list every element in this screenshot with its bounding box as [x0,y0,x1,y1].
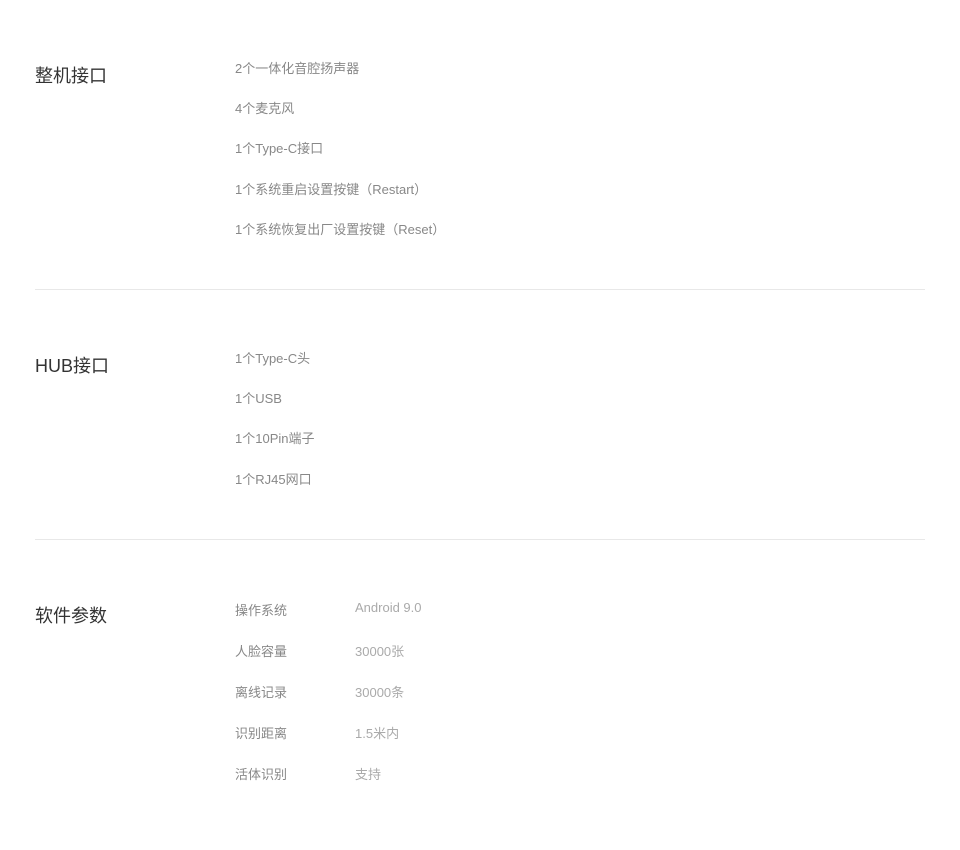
kv-value: 30000条 [355,682,404,701]
kv-list: 操作系统 Android 9.0 人脸容量 30000张 离线记录 30000条… [235,600,925,783]
spec-item: 1个Type-C头 [235,350,925,368]
kv-row: 离线记录 30000条 [235,682,925,701]
kv-key: 操作系统 [235,600,355,619]
spec-item: 1个Type-C接口 [235,140,925,158]
section-machine-interface: 整机接口 2个一体化音腔扬声器 4个麦克风 1个Type-C接口 1个系统重启设… [35,0,925,290]
item-list: 1个Type-C头 1个USB 1个10Pin端子 1个RJ45网口 [235,350,925,489]
kv-row: 活体识别 支持 [235,764,925,783]
section-title: 软件参数 [35,600,235,783]
kv-row: 识别距离 1.5米内 [235,723,925,742]
section-hub-interface: HUB接口 1个Type-C头 1个USB 1个10Pin端子 1个RJ45网口 [35,290,925,540]
kv-value: 支持 [355,764,381,783]
item-list: 2个一体化音腔扬声器 4个麦克风 1个Type-C接口 1个系统重启设置按键（R… [235,60,925,239]
kv-value: Android 9.0 [355,600,422,619]
kv-key: 活体识别 [235,764,355,783]
kv-key: 识别距离 [235,723,355,742]
kv-value: 30000张 [355,641,404,660]
kv-row: 人脸容量 30000张 [235,641,925,660]
kv-key: 离线记录 [235,682,355,701]
section-title: HUB接口 [35,350,235,489]
kv-key: 人脸容量 [235,641,355,660]
spec-item: 1个USB [235,390,925,408]
section-content: 2个一体化音腔扬声器 4个麦克风 1个Type-C接口 1个系统重启设置按键（R… [235,60,925,239]
spec-item: 1个RJ45网口 [235,471,925,489]
spec-container: 整机接口 2个一体化音腔扬声器 4个麦克风 1个Type-C接口 1个系统重启设… [0,0,960,833]
section-content: 1个Type-C头 1个USB 1个10Pin端子 1个RJ45网口 [235,350,925,489]
section-software-params: 软件参数 操作系统 Android 9.0 人脸容量 30000张 离线记录 3… [35,540,925,833]
spec-item: 4个麦克风 [235,100,925,118]
section-title: 整机接口 [35,60,235,239]
spec-item: 1个系统恢复出厂设置按键（Reset） [235,221,925,239]
section-content: 操作系统 Android 9.0 人脸容量 30000张 离线记录 30000条… [235,600,925,783]
spec-item: 2个一体化音腔扬声器 [235,60,925,78]
spec-item: 1个10Pin端子 [235,430,925,448]
spec-item: 1个系统重启设置按键（Restart） [235,181,925,199]
kv-value: 1.5米内 [355,723,399,742]
kv-row: 操作系统 Android 9.0 [235,600,925,619]
